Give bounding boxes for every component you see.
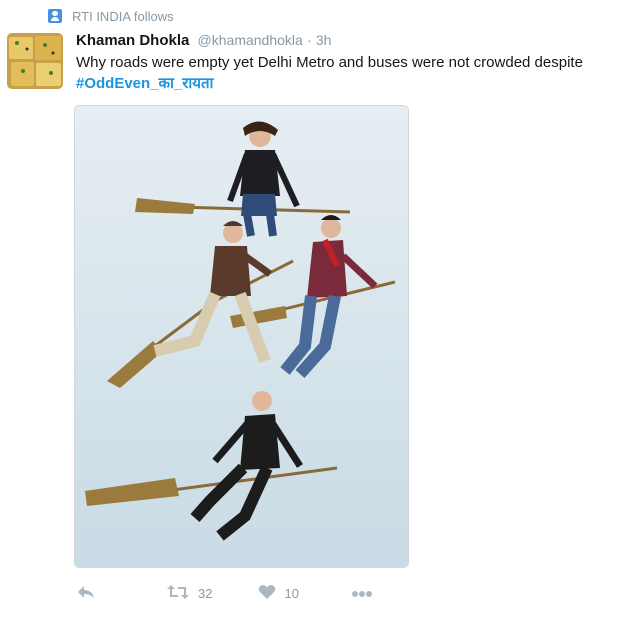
reply-button[interactable] xyxy=(76,584,96,603)
tweet-header: Khaman Dhokla @khamandhokla · 3h xyxy=(76,30,331,51)
tweet-text: Why roads were empty yet Delhi Metro and… xyxy=(76,54,583,71)
tweet-actions: 32 10 xyxy=(76,580,373,606)
separator: · xyxy=(306,32,312,48)
author-name[interactable]: Khaman Dhokla xyxy=(76,32,189,49)
author-handle[interactable]: @khamandhokla xyxy=(198,32,303,48)
retweet-icon xyxy=(166,584,190,603)
reply-icon xyxy=(76,584,96,603)
more-icon xyxy=(351,586,373,601)
tweet-photo[interactable] xyxy=(75,106,408,567)
heart-icon xyxy=(258,584,276,603)
more-button[interactable] xyxy=(351,586,373,601)
retweet-button[interactable]: 32 xyxy=(166,584,212,603)
like-button[interactable]: 10 xyxy=(258,584,299,603)
like-count: 10 xyxy=(284,585,299,601)
social-context: RTI INDIA follows xyxy=(48,6,174,26)
avatar[interactable] xyxy=(7,33,63,89)
retweet-count: 32 xyxy=(198,585,213,601)
tweet-time[interactable]: 3h xyxy=(316,32,332,48)
person-icon xyxy=(48,9,62,23)
social-context-text: RTI INDIA follows xyxy=(72,8,174,24)
hashtag-link[interactable]: #OddEven_का_रायता xyxy=(76,74,213,94)
